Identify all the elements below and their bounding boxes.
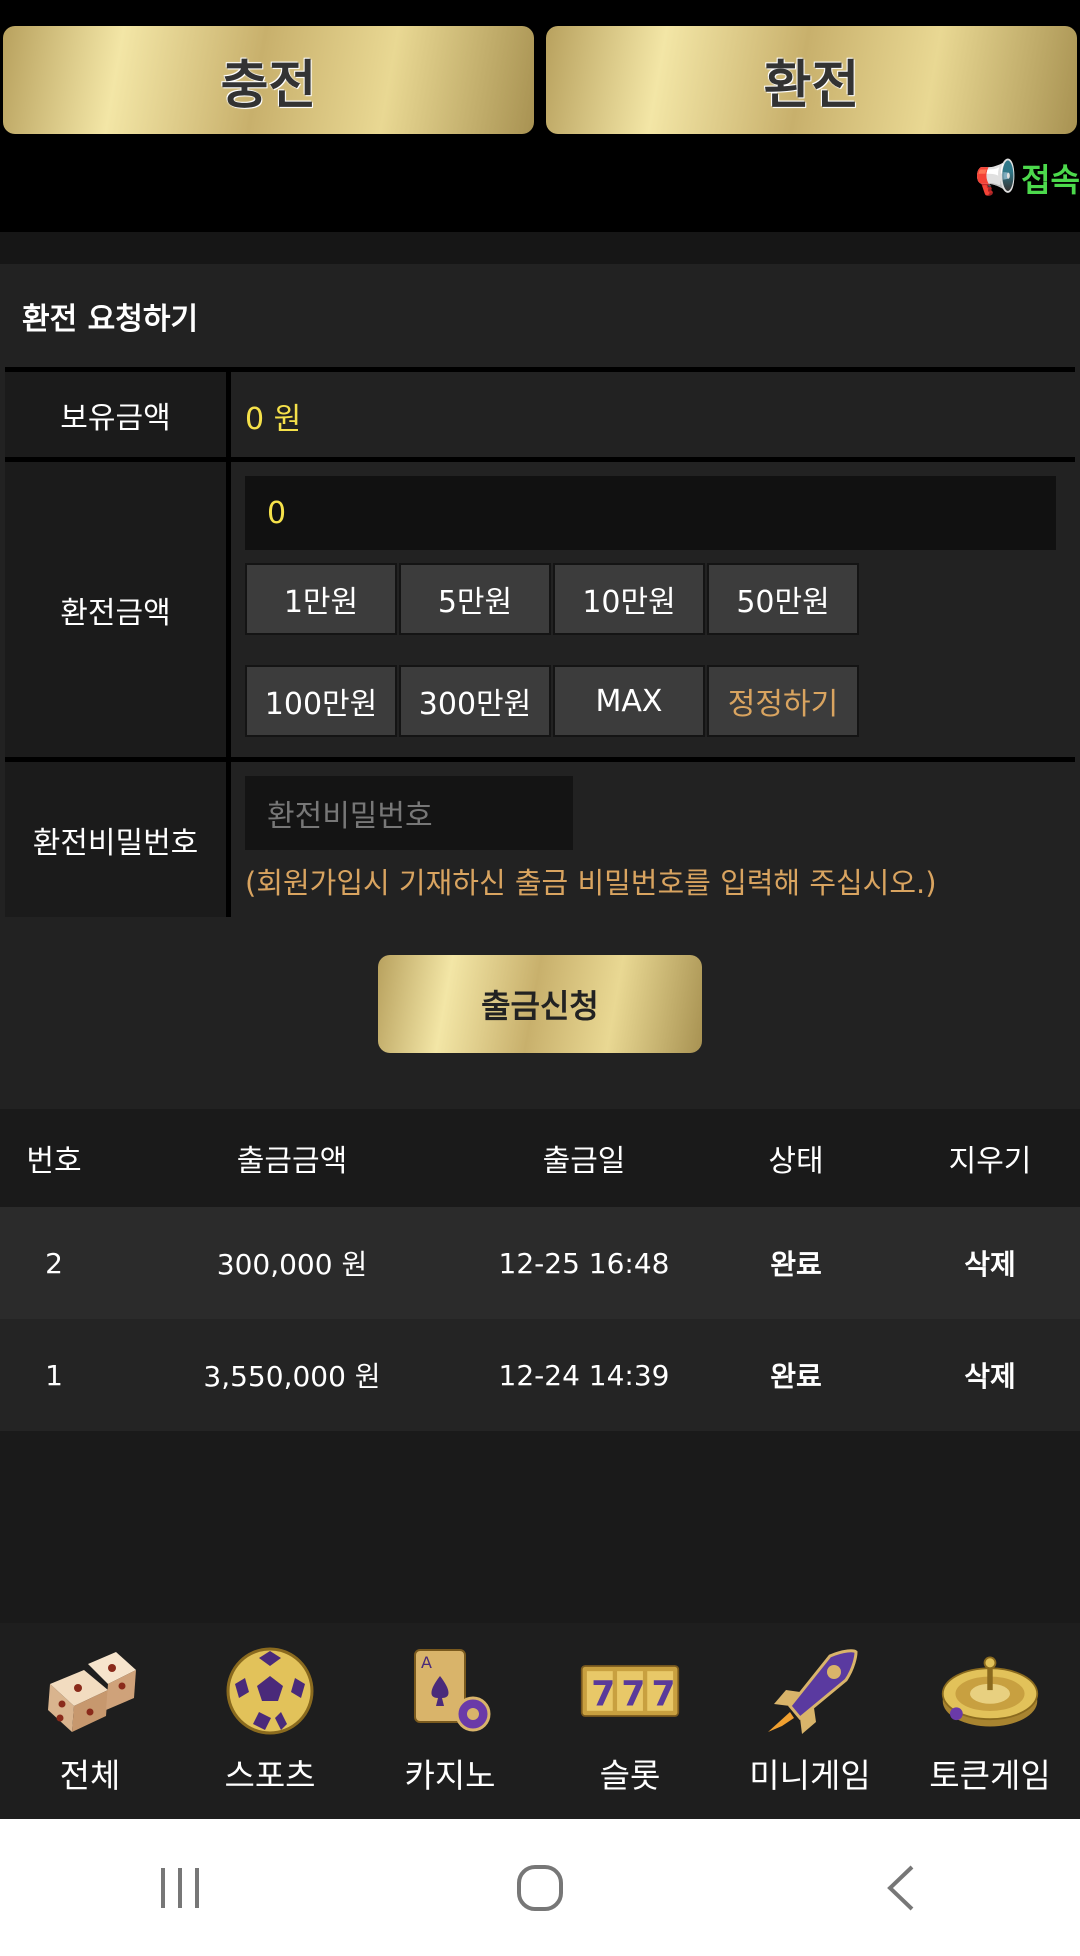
password-row: 환전비밀번호 환전비밀번호 (회원가입시 기재하신 출금 비밀번호를 입력해 주… — [5, 757, 1075, 917]
amount-label: 환전금액 — [5, 462, 231, 757]
amount-input[interactable]: 0 — [245, 476, 1056, 550]
withdraw-history-table: 번호 출금금액 출금일 상태 지우기 2 300,000 원 12-25 16:… — [0, 1109, 1080, 1431]
nav-item-minigame[interactable]: 미니게임 — [720, 1623, 900, 1819]
table-header: 번호 출금금액 출금일 상태 지우기 — [0, 1109, 1080, 1207]
row-no: 2 — [45, 1246, 63, 1280]
system-nav-bar — [0, 1819, 1080, 1956]
delete-button[interactable]: 삭제 — [900, 1355, 1080, 1395]
header-no: 번호 — [26, 1144, 82, 1179]
nav-label-sports: 스포츠 — [224, 1756, 316, 1795]
playing-cards-icon: A — [400, 1643, 500, 1739]
password-label: 환전비밀번호 — [5, 762, 231, 917]
svg-text:7: 7 — [621, 1675, 645, 1715]
svg-text:7: 7 — [591, 1675, 615, 1715]
header-date: 출금일 — [542, 1144, 626, 1179]
row-date: 12-25 16:48 — [498, 1246, 670, 1280]
recent-apps-icon[interactable] — [120, 1838, 240, 1938]
amount-button-10k[interactable]: 1만원 — [245, 563, 397, 635]
slot-777-icon: 7 7 7 — [580, 1643, 680, 1739]
row-amount: 3,550,000 원 — [203, 1360, 381, 1393]
soccer-ball-icon — [220, 1643, 320, 1739]
amount-button-max[interactable]: MAX — [553, 665, 705, 737]
withdraw-submit-button[interactable]: 출금신청 — [378, 955, 702, 1053]
row-amount: 300,000 원 — [216, 1248, 368, 1281]
balance-row: 보유금액 0 원 — [5, 367, 1075, 457]
withdraw-submit-label: 출금신청 — [481, 987, 599, 1025]
svg-text:A: A — [421, 1653, 432, 1672]
nav-item-all[interactable]: 전체 — [0, 1623, 180, 1819]
balance-value: 0 원 — [245, 402, 302, 437]
password-input[interactable]: 환전비밀번호 — [245, 776, 573, 850]
exchange-tab-label: 환전 — [763, 55, 860, 116]
notice-ticker: 📢 접속 — [975, 155, 1080, 201]
row-status: 완료 — [770, 1248, 822, 1281]
balance-label: 보유금액 — [5, 372, 231, 457]
svg-text:7: 7 — [652, 1675, 676, 1715]
charge-tab-label: 충전 — [220, 55, 317, 116]
dice-icon — [40, 1643, 140, 1739]
amount-row: 환전금액 0 1만원 5만원 10만원 50만원 100만원 300만원 MAX… — [5, 457, 1075, 757]
bottom-nav: 전체 스포츠 A 카지노 7 7 7 슬롯 미니게임 토큰게임 — [0, 1623, 1080, 1819]
nav-item-token-game[interactable]: 토큰게임 — [900, 1623, 1080, 1819]
table-row: 1 3,550,000 원 12-24 14:39 완료 삭제 — [0, 1319, 1080, 1431]
megaphone-icon: 📢 — [974, 158, 1018, 198]
divider — [0, 232, 1080, 264]
top-tab-bar: 충전 환전 📢 접속 — [0, 0, 1080, 232]
amount-button-500k[interactable]: 50만원 — [707, 563, 859, 635]
header-status: 상태 — [768, 1144, 824, 1179]
amount-button-100k[interactable]: 10만원 — [553, 563, 705, 635]
row-status: 완료 — [770, 1360, 822, 1393]
delete-button[interactable]: 삭제 — [900, 1243, 1080, 1283]
home-icon[interactable] — [480, 1838, 600, 1938]
back-icon[interactable] — [840, 1838, 960, 1938]
amount-button-3m[interactable]: 300만원 — [399, 665, 551, 737]
nav-label-all: 전체 — [59, 1756, 121, 1795]
table-row: 2 300,000 원 12-25 16:48 완료 삭제 — [0, 1207, 1080, 1319]
amount-button-1m[interactable]: 100만원 — [245, 665, 397, 737]
notice-text: 접속 — [1021, 161, 1080, 199]
password-hint: (회원가입시 기재하신 출금 비밀번호를 입력해 주십시오.) — [245, 866, 937, 900]
empty-area — [0, 1431, 1080, 1623]
nav-item-slot[interactable]: 7 7 7 슬롯 — [540, 1623, 720, 1819]
roulette-icon — [940, 1643, 1040, 1739]
nav-label-minigame: 미니게임 — [749, 1756, 871, 1795]
nav-item-sports[interactable]: 스포츠 — [180, 1623, 360, 1819]
nav-label-slot: 슬롯 — [599, 1756, 661, 1795]
amount-button-50k[interactable]: 5만원 — [399, 563, 551, 635]
nav-label-token-game: 토큰게임 — [929, 1756, 1051, 1795]
header-amount: 출금금액 — [236, 1144, 348, 1179]
nav-item-casino[interactable]: A 카지노 — [360, 1623, 540, 1819]
nav-label-casino: 카지노 — [404, 1756, 496, 1795]
row-no: 1 — [45, 1358, 63, 1392]
rocket-icon — [760, 1643, 860, 1739]
amount-reset-button[interactable]: 정정하기 — [707, 665, 859, 737]
exchange-tab-button[interactable]: 환전 — [546, 26, 1077, 134]
page-title: 환전 요청하기 — [22, 302, 199, 337]
row-date: 12-24 14:39 — [498, 1358, 670, 1392]
header-delete: 지우기 — [948, 1144, 1032, 1179]
charge-tab-button[interactable]: 충전 — [3, 26, 534, 134]
